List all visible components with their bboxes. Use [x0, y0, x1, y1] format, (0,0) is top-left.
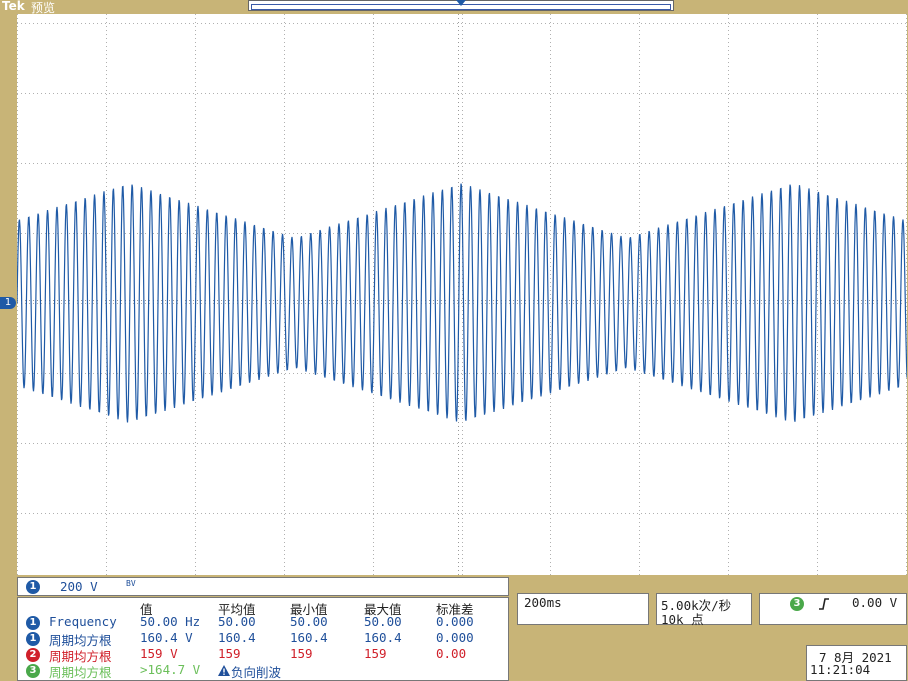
- row1-max: 50.00: [364, 614, 402, 629]
- row4-name: 周期均方根: [49, 665, 112, 680]
- row1-min: 50.00: [290, 614, 328, 629]
- row1-channel-badge: 1: [26, 616, 40, 630]
- datetime-panel: 7 8月 2021 11:21:04: [806, 645, 907, 681]
- trigger-panel[interactable]: 3 0.00 V: [759, 593, 907, 625]
- row1-name: Frequency: [49, 614, 117, 629]
- row1-value: 50.00 Hz: [140, 614, 201, 629]
- row3-channel-badge: 2: [26, 648, 40, 662]
- rising-edge-icon: [819, 598, 829, 610]
- ch1-scale: 200 V: [60, 579, 98, 594]
- row3-value: 159 V: [140, 646, 178, 661]
- waveform-graticule: [16, 14, 908, 584]
- time: 11:21:04: [810, 662, 871, 677]
- ch1-badge: 1: [26, 580, 40, 594]
- row3-std: 0.00: [436, 646, 467, 661]
- warning-icon: [218, 665, 230, 676]
- trigger-position-marker[interactable]: [456, 0, 466, 6]
- row3-mean: 159: [218, 646, 241, 661]
- timebase-scale: 200ms: [524, 595, 562, 610]
- row2-mean: 160.4: [218, 630, 256, 645]
- ch1-ground-marker[interactable]: 1: [0, 297, 16, 309]
- tek-logo: Tek: [2, 0, 25, 13]
- trigger-level: 0.00 V: [852, 595, 898, 610]
- row2-min: 160.4: [290, 630, 328, 645]
- row1-mean: 50.00: [218, 614, 256, 629]
- acquisition-panel[interactable]: 5.00k次/秒 10k 点: [656, 593, 752, 627]
- trigger-source-badge: 3: [790, 597, 804, 611]
- row2-std: 0.000: [436, 630, 474, 645]
- row1-std: 0.000: [436, 614, 474, 629]
- row3-min: 159: [290, 646, 313, 661]
- record-length: 10k 点: [661, 612, 704, 627]
- row2-channel-badge: 1: [26, 632, 40, 646]
- row4-warning: 负向削波: [231, 665, 282, 680]
- channel-info-bar[interactable]: 1 200 V BV: [17, 577, 509, 596]
- measurement-panel: 值 平均值 最小值 最大值 标准差 1 Frequency 50.00 Hz 5…: [17, 597, 509, 681]
- top-status-bar: Tek 预览: [0, 0, 908, 15]
- row4-value: >164.7 V: [140, 662, 201, 677]
- row4-channel-badge: 3: [26, 664, 40, 678]
- bandwidth-limit-icon: BV: [126, 579, 136, 588]
- timebase-panel[interactable]: 200ms: [517, 593, 649, 625]
- waveform-display[interactable]: [16, 14, 908, 584]
- row2-value: 160.4 V: [140, 630, 193, 645]
- row2-max: 160.4: [364, 630, 402, 645]
- row3-max: 159: [364, 646, 387, 661]
